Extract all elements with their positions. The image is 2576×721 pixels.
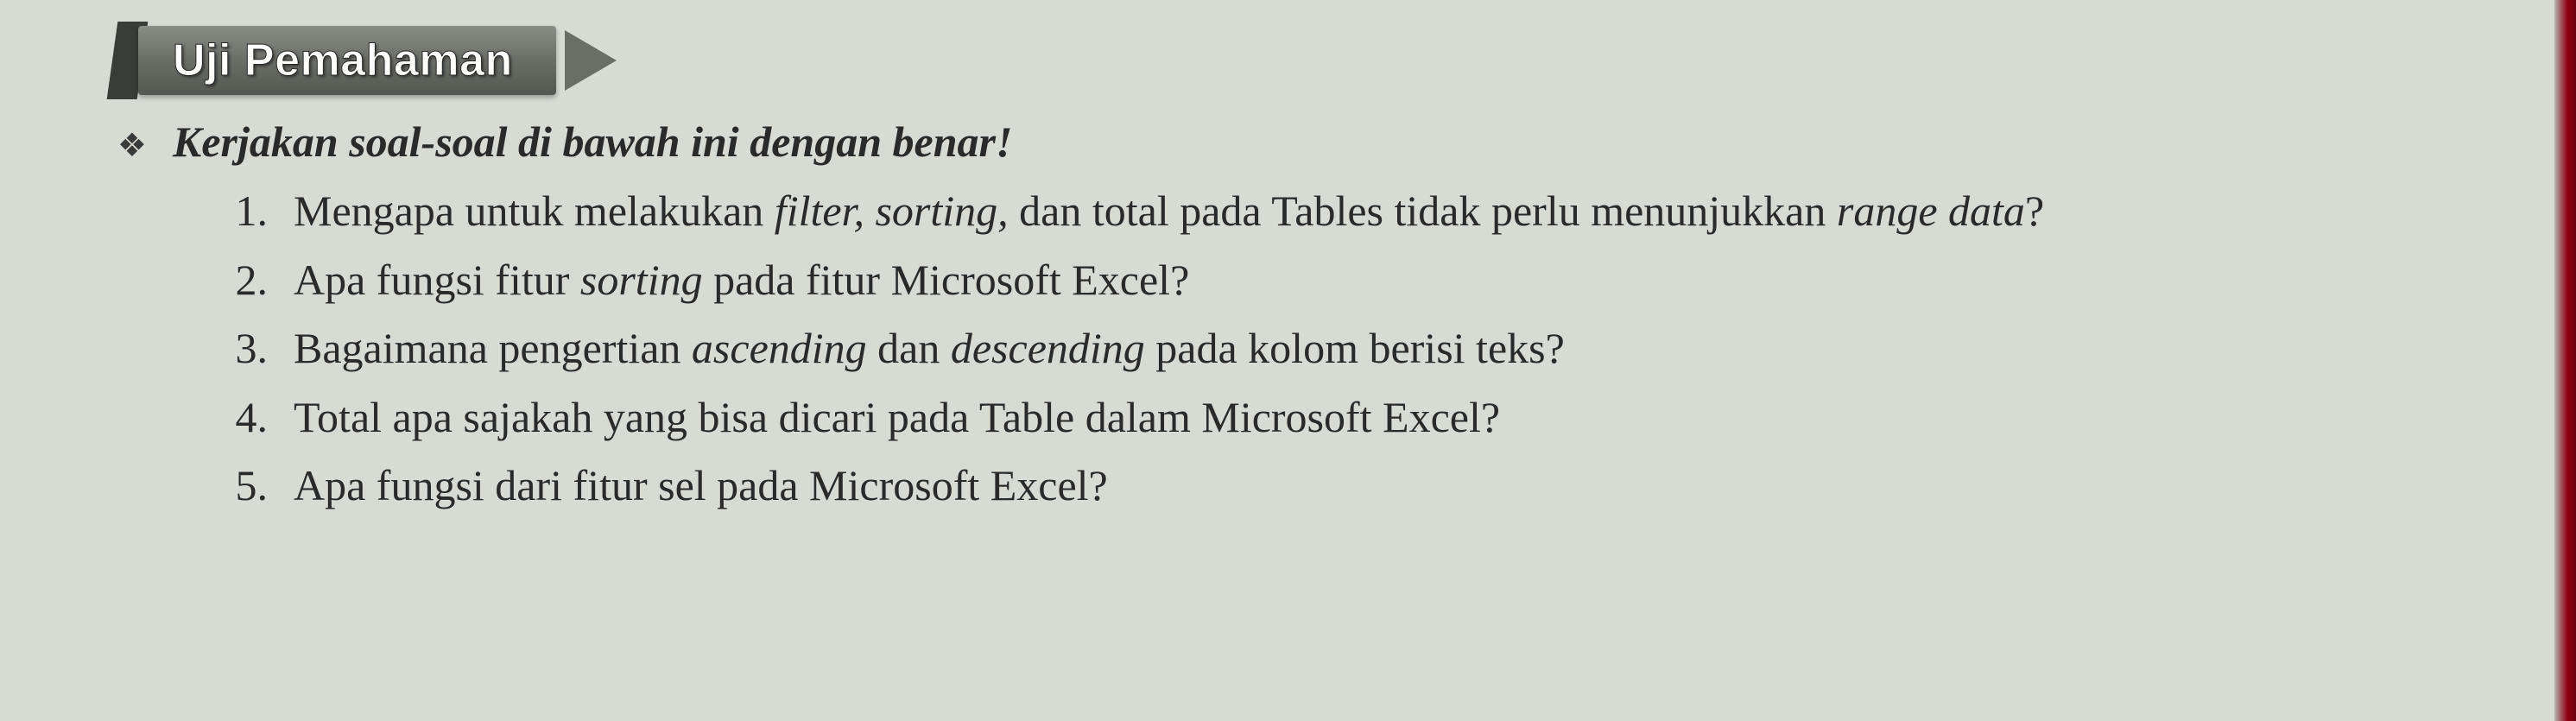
question-text: Apa fungsi fitur sorting pada fitur Micr… xyxy=(294,251,2507,310)
question-list: 1. Mengapa untuk melakukan filter, sorti… xyxy=(104,182,2507,515)
question-text: Mengapa untuk melakukan filter, sorting,… xyxy=(294,182,2507,241)
question-item: 3. Bagaimana pengertian ascending dan de… xyxy=(225,319,2507,378)
question-item: 1. Mengapa untuk melakukan filter, sorti… xyxy=(225,182,2507,241)
question-number: 3. xyxy=(225,319,268,378)
instruction-row: ❖ Kerjakan soal-soal di bawah ini dengan… xyxy=(104,117,2507,167)
question-item: 4. Total apa sajakah yang bisa dicari pa… xyxy=(225,389,2507,447)
page-right-edge xyxy=(2554,0,2576,721)
question-text: Total apa sajakah yang bisa dicari pada … xyxy=(294,389,2507,447)
question-number: 4. xyxy=(225,389,268,447)
question-item: 5. Apa fungsi dari fitur sel pada Micros… xyxy=(225,457,2507,515)
banner-title: Uji Pemahaman xyxy=(173,35,513,85)
section-banner: Uji Pemahaman xyxy=(138,26,556,95)
question-number: 2. xyxy=(225,251,268,310)
question-item: 2. Apa fungsi fitur sorting pada fitur M… xyxy=(225,251,2507,310)
question-text: Bagaimana pengertian ascending dan desce… xyxy=(294,319,2507,378)
question-text: Apa fungsi dari fitur sel pada Microsoft… xyxy=(294,457,2507,515)
question-number: 1. xyxy=(225,182,268,241)
diamond-bullet-icon: ❖ xyxy=(104,130,147,162)
question-number: 5. xyxy=(225,457,268,515)
instruction-text: Kerjakan soal-soal di bawah ini dengan b… xyxy=(173,117,1012,167)
